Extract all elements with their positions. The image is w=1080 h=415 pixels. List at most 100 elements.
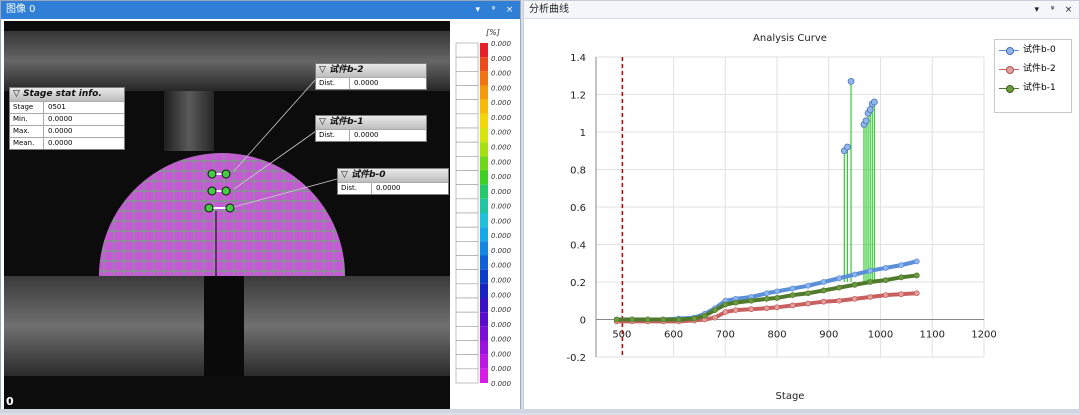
series-point: [748, 297, 755, 304]
dropdown-icon[interactable]: ▾: [471, 1, 484, 19]
colorbar-white-cell: [455, 170, 479, 185]
pin-icon[interactable]: ᵠ: [487, 1, 500, 19]
series-point: [805, 290, 812, 297]
legend-item-b2: 试件b-2: [995, 61, 1071, 78]
colorbar-label: 0.000: [491, 188, 512, 196]
series-point: [851, 271, 858, 278]
series-point: [913, 272, 920, 279]
y-tick-label: 0.4: [570, 241, 586, 252]
colorbar-swatch: [480, 298, 488, 313]
series-point: [789, 302, 796, 309]
colorbar-label: 0.000: [491, 365, 512, 373]
x-tick-label: 700: [716, 330, 735, 341]
chart-legend: 试件b-0 试件b-2 试件b-1: [994, 39, 1072, 113]
probe-box-b1[interactable]: ▽ 试件b-1 Dist. 0.0000: [315, 115, 427, 142]
probe-name: 试件b-0: [351, 170, 386, 180]
specimen-image-view[interactable]: 0 ▽ Stage stat info. Stage 0501 Min. 0.000…: [4, 21, 450, 411]
series-point: [789, 285, 796, 292]
colorbar-label: 0.000: [491, 99, 512, 107]
series-point: [774, 288, 780, 295]
probe-label: Dist.: [316, 78, 350, 89]
series-point: [613, 316, 620, 323]
probe-label: Dist.: [338, 183, 372, 194]
series-point: [882, 277, 889, 284]
colorbar-swatch: [480, 142, 488, 157]
colorbar-label: 0.000: [491, 336, 512, 344]
series-point: [913, 290, 920, 297]
series-point: [763, 295, 770, 302]
series-point: [732, 299, 739, 306]
bottom-tab-strip: [0, 409, 1080, 413]
colorbar-white-cell: [455, 326, 479, 341]
colorbar-label: 0.000: [491, 143, 512, 151]
colorbar-label: 0.000: [491, 232, 512, 240]
series-point: [836, 275, 843, 282]
colorbar-white-cell: [455, 56, 479, 72]
curve-panel-title: 分析曲线: [529, 4, 569, 15]
colorbar-white-cell: [455, 340, 479, 355]
dropdown-icon[interactable]: ▾: [1030, 1, 1043, 19]
chart-title: Analysis Curve: [753, 33, 827, 44]
stat-row-mean: Mean. 0.0000: [10, 137, 124, 149]
colorbar-swatch: [480, 255, 488, 270]
colorbar-label: 0.000: [491, 321, 512, 329]
series-point: [867, 294, 874, 300]
stage-stat-info-box[interactable]: ▽ Stage stat info. Stage 0501 Min. 0.0000 …: [9, 87, 125, 150]
colorbar-swatch: [480, 227, 488, 242]
series-point: [867, 279, 874, 285]
close-icon[interactable]: ×: [1062, 1, 1075, 19]
colorbar-label: 0.000: [491, 203, 512, 211]
colorbar-swatch: [480, 241, 488, 256]
y-tick-label: 1.4: [570, 53, 586, 64]
series-point: [820, 287, 827, 294]
colorbar-label: 0.000: [491, 84, 512, 92]
spike-point: [866, 106, 874, 113]
collapse-icon[interactable]: ▽: [341, 170, 351, 180]
series-point: [763, 290, 770, 297]
colorbar-label: 0.000: [491, 40, 512, 48]
series-point: [691, 315, 698, 322]
colorbar-white-cell: [455, 99, 479, 115]
y-tick-label: 0.6: [570, 203, 586, 214]
series-point: [675, 316, 682, 323]
colorbar-white-cell: [455, 156, 479, 171]
colorbar-swatch: [480, 156, 488, 171]
colorbar-label: 0.000: [491, 247, 512, 255]
collapse-icon[interactable]: ▽: [319, 117, 329, 127]
collapse-icon[interactable]: ▽: [13, 89, 23, 99]
spike-point: [870, 98, 878, 106]
series-point: [882, 292, 889, 299]
colorbar-white-cell: [455, 241, 479, 256]
colorbar-white-cell: [455, 113, 479, 129]
x-axis-label: Stage: [776, 391, 805, 402]
colorbar-label: 0.000: [491, 55, 512, 63]
pin-icon[interactable]: ᵠ: [1046, 1, 1059, 19]
series-point: [820, 298, 827, 305]
colorbar-swatch: [480, 213, 488, 228]
colorbar-swatch: [480, 57, 488, 72]
colorbar-white-cell: [455, 368, 479, 384]
series-point: [805, 300, 812, 307]
colorbar-white-cell: [455, 297, 479, 313]
close-icon[interactable]: ×: [503, 1, 516, 19]
probe-box-b2[interactable]: ▽ 试件b-2 Dist. 0.0000: [315, 63, 427, 90]
colorbar-white-cell: [455, 283, 479, 299]
colorbar-white-cell: [455, 85, 479, 100]
collapse-icon[interactable]: ▽: [319, 65, 329, 75]
series-point: [836, 284, 843, 291]
x-tick-label: 900: [819, 330, 838, 341]
colorbar-white-cell: [455, 127, 479, 143]
y-tick-label: 0: [580, 316, 586, 327]
series-point: [712, 307, 718, 314]
spike-point: [862, 117, 870, 125]
series-point: [732, 307, 739, 314]
colorbar-label: 0.000: [491, 277, 512, 285]
series-point: [660, 316, 667, 323]
colorbar-swatch: [480, 99, 488, 114]
colorbar-swatch: [480, 184, 488, 199]
probe-box-b0[interactable]: ▽ 试件b-0 Dist. 0.0000: [337, 168, 449, 195]
probe-label: Dist.: [316, 130, 350, 141]
colorbar-swatch: [480, 170, 488, 185]
colorbar-label: 0.000: [491, 70, 512, 78]
probe-value: 0.0000: [354, 131, 379, 139]
